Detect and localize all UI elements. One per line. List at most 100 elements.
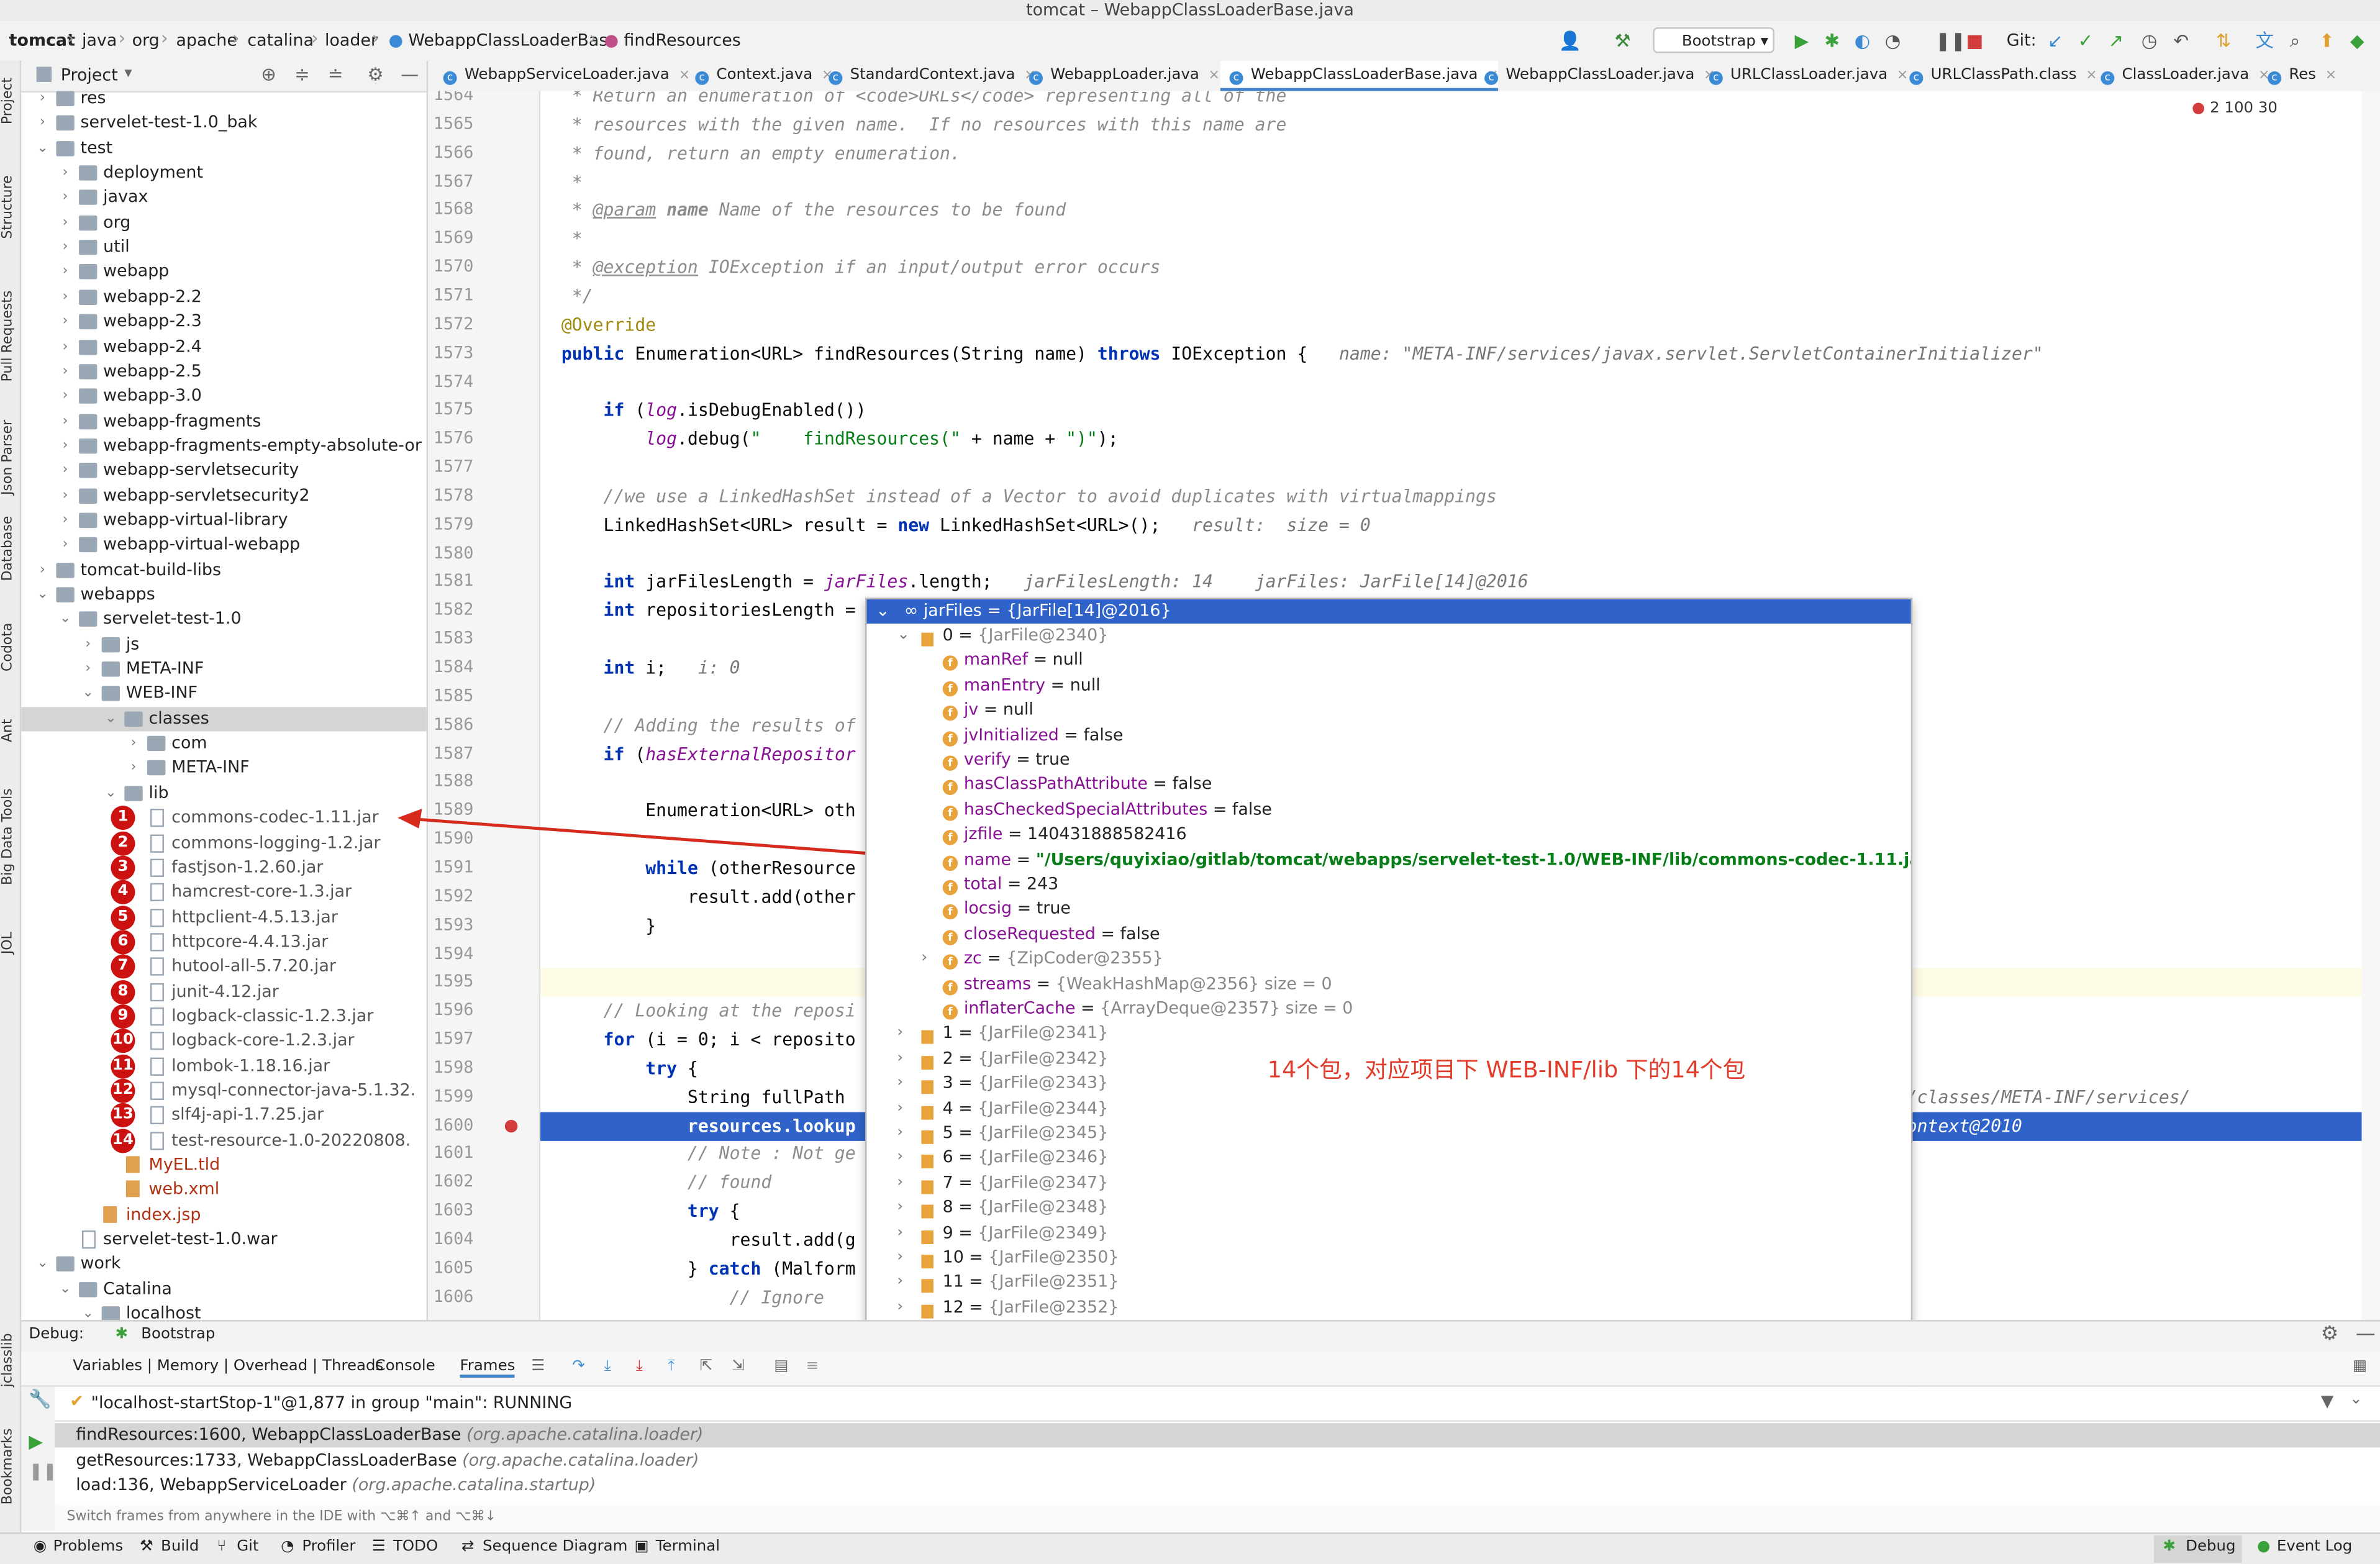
field-row[interactable]: f manEntry = null — [866, 673, 1910, 698]
stack-frame[interactable]: findResources:1600, WebappClassLoaderBas… — [54, 1423, 2380, 1448]
stack-frame[interactable]: getResources:1733, WebappClassLoaderBase… — [55, 1448, 2380, 1473]
thread-text: "localhost-startStop-1"@1,877 in group "… — [91, 1393, 573, 1413]
field-text: hasClassPathAttribute = false — [963, 774, 1212, 794]
ide-window: tomcat – WebappClassLoaderBase.java tomc… — [0, 0, 2380, 1564]
chevron-right-icon[interactable]: › — [897, 1047, 903, 1071]
field-row[interactable]: f hasCheckedSpecialAttributes = false — [866, 798, 1910, 822]
chevron-right-icon[interactable]: › — [897, 1121, 903, 1145]
tab-console[interactable]: Console — [375, 1358, 435, 1375]
chevron-right-icon[interactable]: › — [897, 1296, 903, 1320]
frame-method: findResources:1600, WebappClassLoaderBas… — [76, 1424, 461, 1445]
field-row[interactable]: › f zc = {ZipCoder@2355} — [866, 947, 1910, 971]
array-element-row[interactable]: › 1 = {JarFile@2341} — [866, 1022, 1910, 1046]
gear-icon[interactable]: ⚙ — [2321, 1323, 2338, 1346]
tab-variables-memory[interactable]: Variables | Memory | Overhead | Threads — [73, 1358, 383, 1375]
field-row[interactable]: f manRef = null — [866, 648, 1910, 673]
element-text: 3 = {JarFile@2343} — [942, 1073, 1109, 1093]
chevron-right-icon[interactable]: › — [897, 1271, 903, 1295]
chevron-down-icon[interactable]: ⌄ — [876, 601, 890, 621]
array-element-row[interactable]: › 5 = {JarFile@2345} — [866, 1121, 1910, 1145]
chevron-right-icon[interactable]: › — [921, 947, 927, 971]
array-element-row[interactable]: › 11 = {JarFile@2351} — [866, 1271, 1910, 1295]
status-todo[interactable]: TODO — [393, 1539, 438, 1555]
debug-value-popup[interactable]: ⌄ ∞ jarFiles = {JarFile[14]@2016} ⌄ 0 = {… — [865, 598, 1913, 1393]
status-git[interactable]: Git — [237, 1539, 258, 1555]
profiler-icon: ◔ — [281, 1538, 294, 1555]
minimize-icon[interactable]: — — [2356, 1323, 2376, 1346]
field-row[interactable]: f name = "/Users/quyixiao/gitlab/tomcat/w… — [866, 847, 1911, 871]
chevron-right-icon[interactable]: › — [897, 1022, 903, 1046]
field-value: true — [1036, 899, 1071, 919]
frame-package: (org.apache.catalina.loader) — [466, 1424, 704, 1445]
chevron-right-icon[interactable]: › — [897, 1245, 903, 1270]
force-step-into-icon[interactable]: ⤓ — [636, 1358, 643, 1375]
pause-icon[interactable]: ❚❚ — [29, 1461, 57, 1481]
debug-config-tab[interactable]: Bootstrap — [141, 1326, 215, 1343]
evaluate-icon[interactable]: ▤ — [774, 1358, 788, 1375]
problems-icon: ◉ — [33, 1538, 47, 1555]
field-row[interactable]: f verify = true — [866, 748, 1910, 772]
status-sequence-diagram[interactable]: Sequence Diagram — [483, 1539, 627, 1555]
element-value: {JarFile@2345} — [978, 1122, 1109, 1143]
field-row[interactable]: f jvInitialized = false — [866, 723, 1910, 747]
field-text: manEntry = null — [963, 675, 1101, 695]
popup-header[interactable]: ⌄ ∞ jarFiles = {JarFile[14]@2016} — [866, 599, 1911, 624]
field-row[interactable]: f jzfile = 140431888582416 — [866, 822, 1910, 847]
sequence-icon: ⇄ — [461, 1538, 475, 1555]
step-over-icon[interactable]: ↷ — [572, 1358, 585, 1375]
list-icon[interactable]: ☰ — [531, 1358, 545, 1375]
field-row[interactable]: f total = 243 — [866, 873, 1910, 897]
field-icon: f — [942, 922, 964, 947]
array-element-row[interactable]: › 6 = {JarFile@2346} — [866, 1146, 1910, 1170]
array-element-row[interactable]: › 4 = {JarFile@2344} — [866, 1096, 1910, 1121]
step-into-icon[interactable]: ⤓ — [604, 1358, 611, 1375]
array-element-row[interactable]: › 12 = {JarFile@2352} — [866, 1296, 1910, 1320]
element-value: {JarFile@2348} — [978, 1197, 1109, 1217]
status-terminal[interactable]: Terminal — [656, 1539, 720, 1555]
status-event-log[interactable]: Event Log — [2277, 1539, 2352, 1555]
chevron-right-icon[interactable]: › — [897, 1171, 903, 1195]
array-element-row[interactable]: › 10 = {JarFile@2350} — [866, 1245, 1910, 1270]
chevron-down-icon[interactable]: ⌄ — [2350, 1391, 2363, 1408]
chevron-right-icon[interactable]: › — [897, 1071, 903, 1096]
resume-icon[interactable]: ▶ — [29, 1430, 43, 1452]
status-problems[interactable]: Problems — [53, 1539, 124, 1555]
array-element-row[interactable]: ⌄ 0 = {JarFile@2340} — [866, 624, 1910, 648]
tab-frames[interactable]: Frames — [460, 1358, 516, 1378]
chevron-down-icon[interactable]: ⌄ — [897, 624, 910, 648]
thread-selector[interactable]: ✔ "localhost-startStop-1"@1,877 in group… — [54, 1386, 2380, 1422]
field-row[interactable]: f inflaterCache = {ArrayDeque@2357} size … — [866, 997, 1910, 1021]
element-text: 10 = {JarFile@2350} — [942, 1247, 1119, 1267]
field-value: null — [1070, 675, 1101, 695]
field-row[interactable]: f closeRequested = false — [866, 922, 1910, 947]
frames-hint: Switch frames from anywhere in the IDE w… — [54, 1505, 2380, 1531]
stack-frame[interactable]: load:136, WebappServiceLoader (org.apach… — [55, 1473, 2380, 1498]
status-profiler[interactable]: Profiler — [302, 1539, 355, 1555]
field-row[interactable]: f streams = {WeakHashMap@2356} size = 0 — [866, 972, 1910, 996]
settings-wrench-icon[interactable]: 🔧 — [29, 1388, 52, 1409]
run-to-cursor-icon[interactable]: ⇲ — [732, 1358, 745, 1375]
status-debug[interactable]: Debug — [2186, 1539, 2235, 1555]
element-value: {JarFile@2350} — [988, 1247, 1119, 1267]
array-element-row[interactable]: › 8 = {JarFile@2348} — [866, 1196, 1910, 1220]
layout-icon[interactable]: ▦ — [2353, 1358, 2367, 1375]
field-text: jv = null — [963, 699, 1033, 720]
step-out-icon[interactable]: ⤒ — [668, 1358, 674, 1375]
element-value: {JarFile@2347} — [978, 1172, 1109, 1193]
filter-icon[interactable]: ▼ — [2321, 1391, 2334, 1411]
field-row[interactable]: f locsig = true — [866, 898, 1910, 922]
status-build[interactable]: Build — [161, 1539, 199, 1555]
array-element-row[interactable]: › 7 = {JarFile@2347} — [866, 1171, 1910, 1195]
element-value: {JarFile@2352} — [988, 1297, 1119, 1317]
field-value: {WeakHashMap@2356} size = 0 — [1055, 973, 1332, 993]
field-row[interactable]: f jv = null — [866, 698, 1910, 722]
field-icon: f — [942, 773, 964, 797]
trace-icon[interactable]: ≡ — [806, 1358, 819, 1375]
chevron-right-icon[interactable]: › — [897, 1196, 903, 1220]
array-element-row[interactable]: › 9 = {JarFile@2349} — [866, 1221, 1910, 1245]
chevron-right-icon[interactable]: › — [897, 1221, 903, 1245]
chevron-right-icon[interactable]: › — [897, 1096, 903, 1121]
chevron-right-icon[interactable]: › — [897, 1146, 903, 1170]
drop-frame-icon[interactable]: ⇱ — [700, 1358, 713, 1375]
field-row[interactable]: f hasClassPathAttribute = false — [866, 773, 1910, 797]
